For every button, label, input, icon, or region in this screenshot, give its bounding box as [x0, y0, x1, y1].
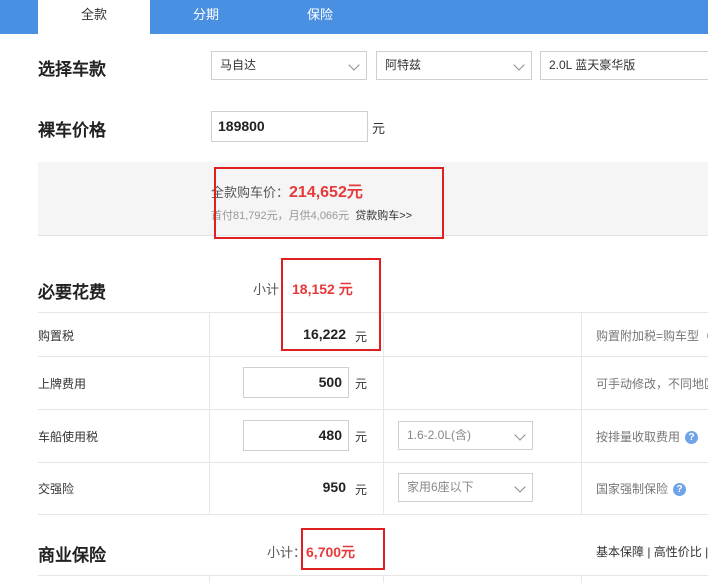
select-model-title: 选择车款 [38, 60, 106, 79]
purchase-tax-note: 购置附加税=购车型（ [596, 329, 708, 343]
compulsory-insurance-value: 950 [322, 479, 346, 495]
bare-price-unit: 元 [372, 121, 386, 136]
chevron-down-icon [513, 59, 525, 71]
divider [581, 575, 582, 583]
compulsory-insurance-unit: 元 [355, 483, 368, 497]
vehicle-tax-label: 车船使用税 [38, 430, 99, 444]
compulsory-insurance-note: 国家强制保险? [596, 480, 687, 497]
variant-select[interactable]: 2.0L 蓝天豪华版 [540, 51, 708, 80]
divider [38, 514, 708, 515]
registration-fee-unit: 元 [355, 377, 368, 391]
seat-type-select[interactable]: 家用6座以下 [398, 473, 533, 502]
insurance-plan-options[interactable]: 基本保障 | 高性价比 | [596, 543, 708, 560]
purchase-tax-label: 购置税 [38, 329, 75, 343]
bare-price-title: 裸车价格 [38, 121, 106, 140]
registration-fee-input[interactable]: 500 [243, 367, 349, 398]
registration-fee-label: 上牌费用 [38, 377, 87, 391]
help-icon[interactable]: ? [685, 431, 699, 445]
divider [38, 575, 708, 576]
required-fees-title: 必要花费 [38, 283, 106, 302]
divider [38, 409, 708, 410]
bare-price-input[interactable]: 189800 [211, 111, 368, 142]
chevron-down-icon [514, 429, 526, 441]
brand-select-value: 马自达 [220, 58, 257, 72]
highlight-box-required-fees [281, 258, 381, 351]
vehicle-tax-note-text: 按排量收取费用 [596, 430, 681, 444]
tab-full-payment[interactable]: 全款 [38, 0, 150, 34]
divider [383, 312, 384, 514]
registration-fee-note: 可手动修改，不同地区 [596, 377, 708, 391]
commercial-insurance-title: 商业保险 [38, 546, 106, 565]
divider [383, 575, 384, 583]
highlight-box-insurance [301, 528, 385, 570]
compulsory-insurance-label: 交强险 [38, 482, 75, 496]
brand-select[interactable]: 马自达 [211, 51, 367, 80]
tab-insurance[interactable]: 保险 [262, 0, 378, 34]
seat-type-select-value: 家用6座以下 [407, 480, 474, 494]
divider [38, 356, 708, 357]
compulsory-insurance-note-text: 国家强制保险 [596, 482, 669, 496]
series-select[interactable]: 阿特兹 [376, 51, 532, 80]
vehicle-tax-unit: 元 [355, 430, 368, 444]
divider [209, 312, 210, 514]
tab-bar: 全款 分期 保险 [0, 0, 708, 34]
highlight-box-full-price [214, 167, 444, 239]
vehicle-tax-input[interactable]: 480 [243, 420, 349, 451]
series-select-value: 阿特兹 [385, 58, 422, 72]
vehicle-tax-note: 按排量收取费用? [596, 428, 699, 445]
help-icon[interactable]: ? [673, 483, 687, 497]
chevron-down-icon [514, 481, 526, 493]
divider [209, 575, 210, 583]
divider [581, 312, 582, 514]
displacement-select[interactable]: 1.6-2.0L(含) [398, 421, 533, 450]
variant-select-value: 2.0L 蓝天豪华版 [549, 58, 636, 72]
displacement-select-value: 1.6-2.0L(含) [407, 428, 472, 442]
chevron-down-icon [348, 59, 360, 71]
divider [38, 462, 708, 463]
tab-installment[interactable]: 分期 [150, 0, 262, 34]
